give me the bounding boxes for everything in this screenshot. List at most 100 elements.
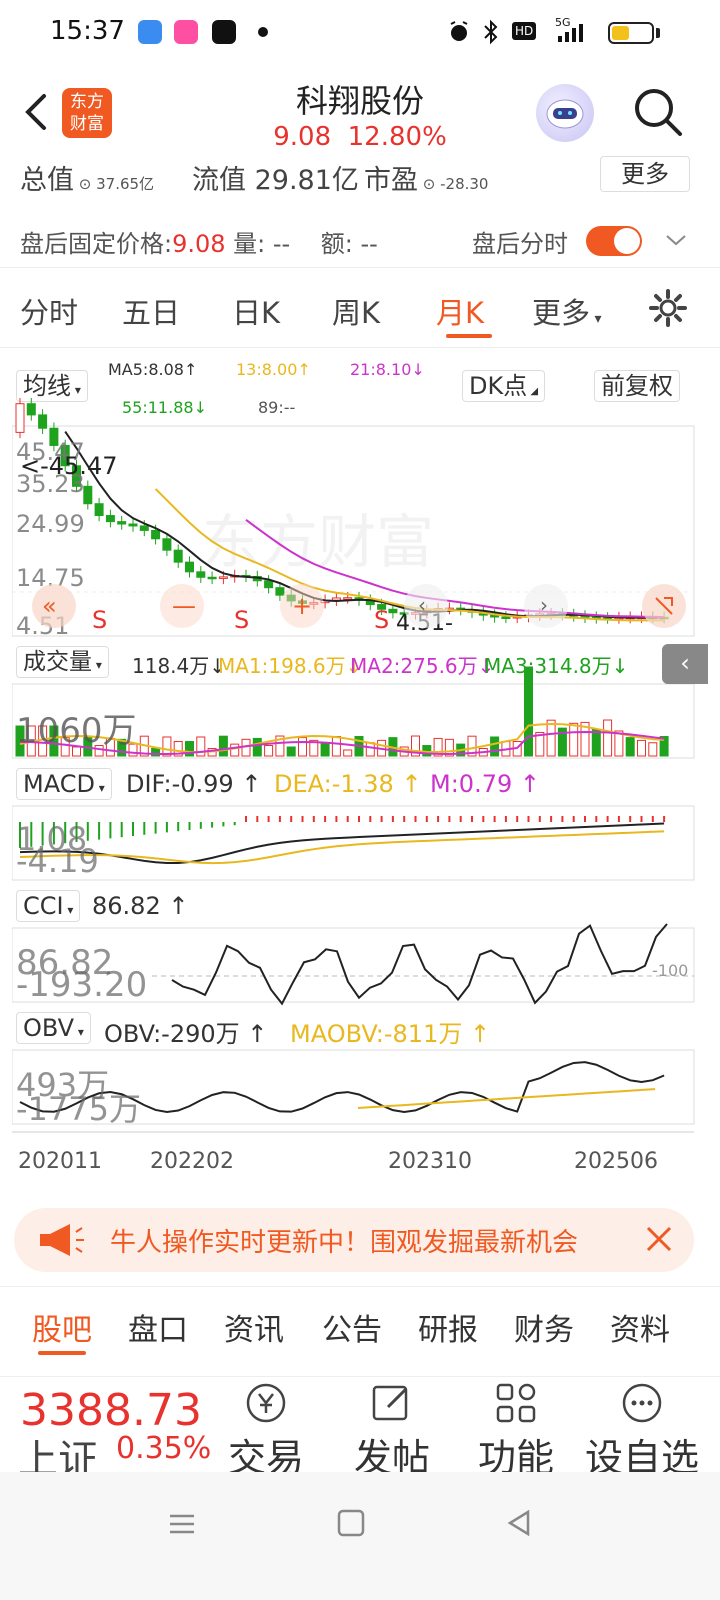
- menu-icon[interactable]: [166, 1508, 198, 1540]
- volume-dropdown[interactable]: 成交量 ▾: [16, 646, 109, 678]
- battery-icon: [608, 22, 654, 44]
- macd-dropdown[interactable]: MACD ▾: [16, 768, 112, 800]
- chevron-down-icon[interactable]: [664, 230, 688, 250]
- nav-trade[interactable]: 交易: [206, 1381, 326, 1472]
- macd-series: [19, 816, 666, 865]
- bluetooth-icon: [484, 19, 498, 45]
- tab-profile[interactable]: 资料: [610, 1305, 670, 1349]
- svg-text:«: «: [42, 592, 57, 620]
- stock-name: 科翔股份: [295, 82, 424, 120]
- volume-value: 118.4万↓: [132, 654, 227, 678]
- pe-ratio: 市盈 ⊙ -28.30: [364, 165, 489, 196]
- tab-news[interactable]: 资讯: [224, 1305, 284, 1349]
- promo-banner[interactable]: 牛人操作实时更新中！围观发掘最新机会: [14, 1208, 694, 1272]
- cci-tick-low: -193.20: [16, 965, 147, 1005]
- total-market-value: 总值 ⊙ 37.65亿: [20, 165, 155, 196]
- index-change: 0.35%: [116, 1431, 212, 1466]
- volume-bar: [648, 742, 658, 757]
- candle-body: [38, 414, 48, 429]
- maobv-line: [357, 1088, 656, 1109]
- active-subtab-indicator: [38, 1351, 86, 1355]
- status-time: 15:37: [50, 16, 125, 46]
- candle-body: [128, 523, 138, 527]
- app-notification-icon: [138, 20, 162, 44]
- signal-icon: [558, 24, 583, 42]
- candle-body: [218, 576, 228, 579]
- prev-icon: [404, 584, 448, 628]
- float-market-value: 流值 29.81亿: [192, 165, 359, 196]
- candle-body: [264, 580, 274, 589]
- obv-dropdown[interactable]: OBV ▾: [16, 1012, 91, 1044]
- after-hours-toggle[interactable]: [586, 226, 642, 256]
- candle-body: [15, 403, 25, 433]
- gear-icon[interactable]: [648, 288, 688, 328]
- volume-bar: [637, 739, 646, 757]
- tab-five-day[interactable]: 五日: [122, 290, 180, 332]
- alarm-icon: [450, 21, 468, 41]
- tab-intraday[interactable]: 分时: [20, 290, 78, 332]
- stock-header: 东方 财富 科翔股份 9.08 12.80%: [0, 64, 720, 160]
- close-icon[interactable]: [642, 1222, 676, 1256]
- system-navigation-bar: [0, 1472, 720, 1600]
- back-icon[interactable]: [18, 88, 58, 136]
- cci-line: [171, 923, 668, 1006]
- cci-dropdown[interactable]: CCI ▾: [16, 890, 81, 922]
- volume-bar: [591, 729, 601, 757]
- more-info-button[interactable]: 更多: [600, 156, 690, 192]
- kline-chart-area[interactable]: 均线 ▾ MA5:8.08↑ 13:8.00↑ 21:8.10↓ 55:11.8…: [12, 352, 708, 1192]
- ai-robot-icon[interactable]: [536, 84, 594, 142]
- valuation-row: 总值 ⊙ 37.65亿 流值 29.81亿 市盈 ⊙ -28.30 更多: [0, 156, 720, 196]
- back-nav-icon[interactable]: [504, 1508, 534, 1538]
- content-tabs: 股吧 盘口 资讯 公告 研报 财务 资料: [0, 1286, 720, 1360]
- tab-order-book[interactable]: 盘口: [128, 1305, 188, 1349]
- tab-stock-forum[interactable]: 股吧: [32, 1305, 92, 1349]
- tab-monthly-k[interactable]: 月K: [436, 290, 484, 332]
- macd-dea-line: [19, 830, 665, 865]
- obv-tick-low: -1775万: [16, 1090, 141, 1128]
- tab-announcements[interactable]: 公告: [322, 1305, 382, 1349]
- bottom-bar: 3388.73 上证 0.35% 交易 发帖 功能 设自选: [0, 1376, 720, 1472]
- candle-body: [196, 571, 206, 578]
- macd-tick-low: -4.19: [16, 842, 99, 880]
- collapse-panel-button[interactable]: ‹: [662, 644, 708, 684]
- volume-ma3: MA3:314.8万↓: [484, 654, 629, 678]
- tab-finance[interactable]: 财务: [514, 1305, 574, 1349]
- volume-ma1: MA1:198.6万↓: [218, 654, 363, 678]
- after-hours-row: 盘后固定价格:9.08 量: -- 额: -- 盘后分时: [0, 212, 720, 268]
- nav-post[interactable]: 发帖: [332, 1381, 452, 1472]
- candle-body: [94, 503, 104, 517]
- megaphone-icon: [40, 1224, 84, 1256]
- candle-body: [105, 515, 115, 523]
- nav-features[interactable]: 功能: [456, 1381, 576, 1472]
- candle-body: [501, 616, 511, 620]
- high-price-marker: <-45.47: [20, 452, 117, 480]
- volume-tick: 1060万: [16, 711, 137, 751]
- app-logo: 东方 财富: [62, 88, 112, 138]
- candle-body: [185, 561, 194, 573]
- volume-bar: [264, 745, 274, 757]
- active-tab-indicator: [446, 334, 492, 338]
- tab-more[interactable]: 更多 ▾: [532, 290, 602, 332]
- index-name: 上证: [18, 1437, 98, 1472]
- yen-circle-icon: [246, 1383, 286, 1423]
- hd-badge: HD: [512, 22, 537, 40]
- svg-text:›: ›: [540, 593, 548, 617]
- macd-m: M:0.79 ↑: [430, 770, 540, 798]
- tab-research[interactable]: 研报: [418, 1305, 478, 1349]
- candle-body: [173, 549, 183, 563]
- tab-weekly-k[interactable]: 周K: [332, 290, 380, 332]
- nav-add-watchlist[interactable]: 设自选: [582, 1381, 702, 1472]
- tab-daily-k[interactable]: 日K: [232, 290, 280, 332]
- date-tick: 202202: [150, 1149, 234, 1174]
- date-tick: 202310: [388, 1149, 472, 1174]
- candle-body: [117, 521, 127, 525]
- candle-body: [331, 597, 341, 601]
- status-bar: 15:37 HD 5G: [0, 0, 720, 64]
- macd-dea: DEA:-1.38 ↑: [274, 770, 422, 798]
- volume-bar: [230, 743, 240, 757]
- volume-bar: [365, 742, 375, 757]
- search-icon[interactable]: [632, 86, 684, 138]
- obv-value: OBV:-290万 ↑: [104, 1020, 268, 1048]
- promo-text: 牛人操作实时更新中！围观发掘最新机会: [110, 1228, 579, 1258]
- home-icon[interactable]: [336, 1508, 366, 1538]
